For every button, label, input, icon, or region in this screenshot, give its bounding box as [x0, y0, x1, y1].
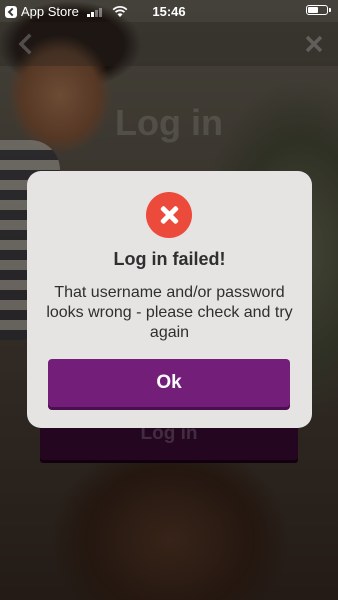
battery-icon	[306, 5, 331, 15]
battery-level	[308, 7, 318, 13]
login-failed-dialog: Log in failed! That username and/or pass…	[27, 171, 312, 428]
dialog-message: That username and/or password looks wron…	[46, 284, 293, 341]
status-bar: App Store 15:46	[0, 0, 338, 22]
status-time: 15:46	[152, 4, 186, 19]
dialog-title: Log in failed!	[113, 249, 226, 269]
ok-button[interactable]: Ok	[48, 359, 290, 407]
error-x-icon	[146, 192, 192, 238]
